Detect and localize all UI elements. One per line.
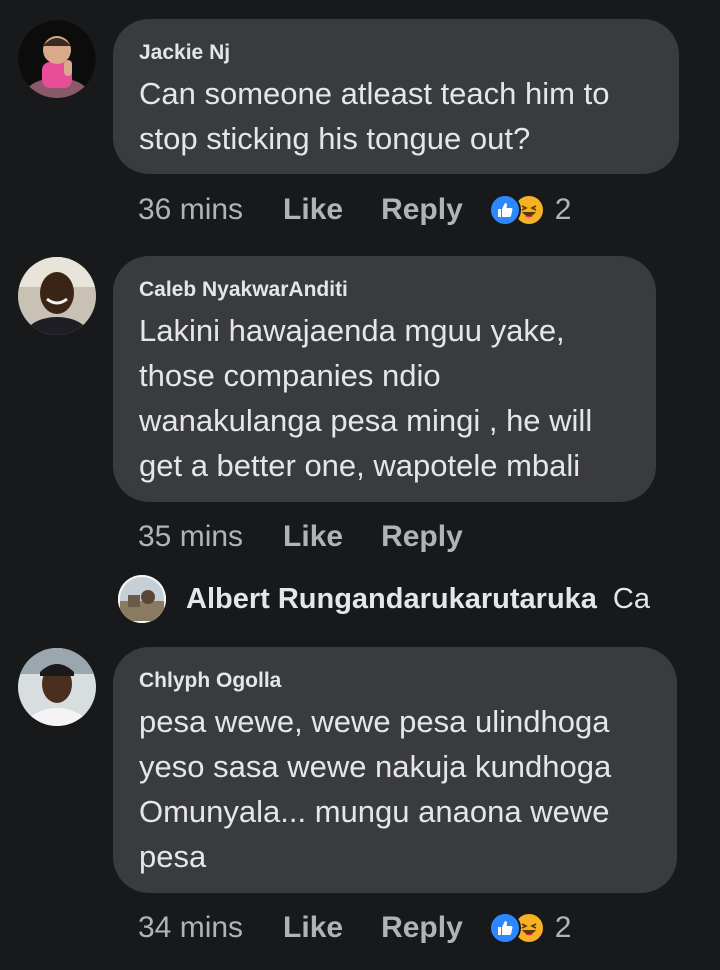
reply-button[interactable]: Reply <box>381 193 463 227</box>
reaction-count: 2 <box>554 911 572 944</box>
comment-meta-2: 35 mins Like Reply <box>138 517 501 557</box>
like-icon <box>488 912 521 944</box>
comment-bubble-2: Caleb NyakwarAnditi Lakini hawajaenda mg… <box>113 256 656 502</box>
comment-timestamp[interactable]: 35 mins <box>138 520 243 554</box>
avatar-caleb-nyakwaranditi[interactable] <box>18 257 96 335</box>
comment-text: pesa wewe, wewe pesa ulindhoga yeso sasa… <box>139 704 612 874</box>
like-button[interactable]: Like <box>283 520 343 554</box>
reply-preview[interactable]: Albert Rungandarukarutaruka Ca <box>118 574 680 624</box>
avatar-albert-rungandarukarutaruka <box>118 575 166 623</box>
comment-author[interactable]: Caleb NyakwarAnditi <box>139 278 630 302</box>
comment-meta-3: 34 mins Like Reply 2 <box>138 908 571 948</box>
comment-author[interactable]: Jackie Nj <box>139 41 653 65</box>
avatar-chlyph-ogolla[interactable] <box>18 648 96 726</box>
reply-author: Albert Rungandarukarutaruka <box>186 582 597 615</box>
reaction-count: 2 <box>554 193 572 226</box>
like-button[interactable]: Like <box>283 911 343 945</box>
comment-timestamp[interactable]: 34 mins <box>138 911 243 945</box>
comment-timestamp[interactable]: 36 mins <box>138 193 243 227</box>
reply-snippet: Ca <box>612 582 650 615</box>
reply-button[interactable]: Reply <box>381 520 463 554</box>
avatar-jackie-nj[interactable] <box>18 20 96 98</box>
like-icon <box>488 194 521 226</box>
reactions-summary[interactable]: 2 <box>488 911 572 945</box>
reactions-summary[interactable]: 2 <box>488 193 572 227</box>
reply-button[interactable]: Reply <box>381 911 463 945</box>
comment-bubble-1: Jackie Nj Can someone atleast teach him … <box>113 19 679 174</box>
comment-text: Lakini hawajaenda mguu yake, those compa… <box>139 313 593 483</box>
comment-bubble-3: Chlyph Ogolla pesa wewe, wewe pesa ulind… <box>113 647 677 893</box>
like-button[interactable]: Like <box>283 193 343 227</box>
comment-text: Can someone atleast teach him to stop st… <box>139 76 610 156</box>
comment-meta-1: 36 mins Like Reply 2 <box>138 190 571 230</box>
comment-author[interactable]: Chlyph Ogolla <box>139 669 651 693</box>
